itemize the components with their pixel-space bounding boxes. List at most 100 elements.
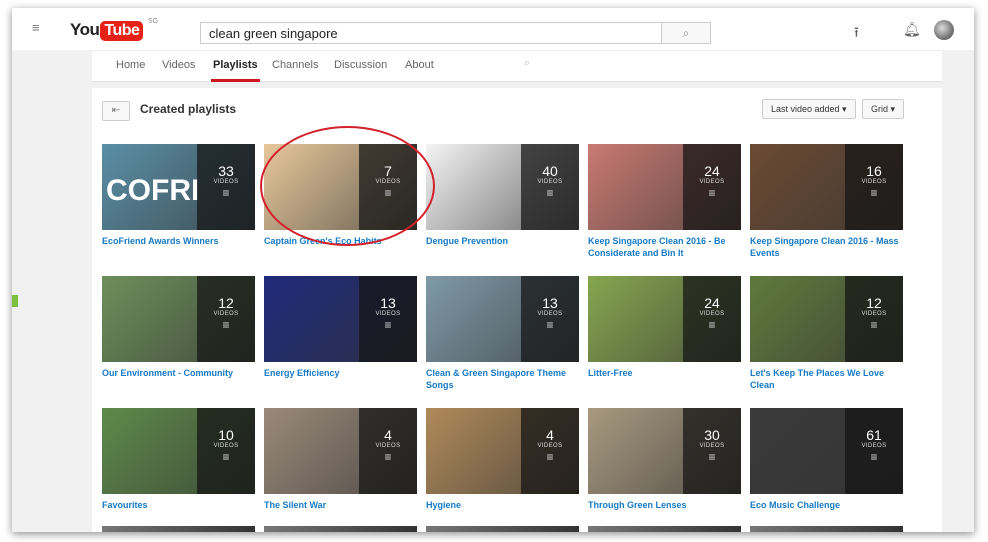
- playlist-tile[interactable]: 13 VIDEOS ≡ Clean & Green Singapore Theme S…: [426, 276, 579, 391]
- search-box: [200, 22, 662, 44]
- logo-tube: Tube: [100, 21, 144, 41]
- video-count-overlay: 13 VIDEOS ≡: [521, 276, 579, 362]
- playlist-icon: ≡: [384, 318, 392, 332]
- upload-icon[interactable]: ⭱: [854, 22, 859, 46]
- search-button[interactable]: ⌕: [661, 22, 711, 44]
- thumbnail-text: COFRI: [106, 174, 200, 207]
- tab-channels[interactable]: Channels: [272, 59, 318, 71]
- playlist-icon: ≡: [546, 318, 554, 332]
- video-count-overlay: 10 VIDEOS ≡: [197, 408, 255, 494]
- back-button[interactable]: ⇤: [102, 101, 130, 121]
- playlist-tile[interactable]: 10 VIDEOS ≡ Favourites: [102, 408, 255, 511]
- playlist-title[interactable]: Favourites: [102, 499, 255, 511]
- view-dropdown[interactable]: Grid ▾: [862, 99, 905, 119]
- video-count: 33: [218, 163, 234, 179]
- tab-videos[interactable]: Videos: [162, 59, 195, 71]
- playlist-thumbnail[interactable]: 24 VIDEOS ≡: [588, 276, 741, 362]
- youtube-logo[interactable]: You Tube SG: [70, 18, 158, 42]
- playlist-tile[interactable]: 16 VIDEOS ≡ Keep Singapore Clean 2016 - Mas…: [750, 144, 903, 259]
- video-count-overlay: 24 VIDEOS ≡: [683, 144, 741, 230]
- video-count-overlay: 24 VIDEOS ≡: [683, 276, 741, 362]
- playlist-title[interactable]: Let's Keep The Places We Love Clean: [750, 367, 903, 391]
- video-count-overlay: 40 VIDEOS ≡: [521, 144, 579, 230]
- playlist-tile[interactable]: 12 VIDEOS ≡ Our Environment - Community: [102, 276, 255, 379]
- playlist-thumbnail[interactable]: 16 VIDEOS ≡: [750, 144, 903, 230]
- playlist-tile[interactable]: 4 VIDEOS ≡ The Silent War: [264, 408, 417, 511]
- playlist-thumbnail[interactable]: 13 VIDEOS ≡: [264, 276, 417, 362]
- videos-label: VIDEOS: [537, 179, 563, 185]
- playlist-thumbnail[interactable]: 13 VIDEOS ≡: [426, 276, 579, 362]
- playlist-title[interactable]: Our Environment - Community: [102, 367, 255, 379]
- playlist-tile[interactable]: 4 VIDEOS ≡ Hygiene: [426, 408, 579, 511]
- playlist-tile[interactable]: 61 VIDEOS ≡ Eco Music Challenge: [750, 408, 903, 511]
- playlist-title[interactable]: Eco Music Challenge: [750, 499, 903, 511]
- playlist-tile[interactable]: 40 VIDEOS ≡ Dengue Prevention: [426, 144, 579, 247]
- playlist-thumbnail[interactable]: 4 VIDEOS ≡: [426, 408, 579, 494]
- video-count: 10: [218, 427, 234, 443]
- videos-label: VIDEOS: [537, 311, 563, 317]
- playlist-tile[interactable]: 24 VIDEOS ≡ Litter-Free: [588, 276, 741, 379]
- playlists-content: ⇤ Created playlists Last video added ▾ G…: [92, 88, 942, 532]
- tab-discussion[interactable]: Discussion: [334, 59, 387, 71]
- tab-home[interactable]: Home: [116, 59, 145, 71]
- playlist-thumbnail[interactable]: 24 VIDEOS ≡: [588, 144, 741, 230]
- playlist-thumbnail[interactable]: 40 VIDEOS ≡: [426, 144, 579, 230]
- playlist-thumbnail[interactable]: 12 VIDEOS ≡: [750, 276, 903, 362]
- playlist-tile[interactable]: 13 VIDEOS ≡ Energy Efficiency: [264, 276, 417, 379]
- playlist-icon: ≡: [222, 186, 230, 200]
- playlist-title[interactable]: Dengue Prevention: [426, 235, 579, 247]
- playlist-icon: ≡: [708, 318, 716, 332]
- playlist-tile[interactable]: 12 VIDEOS ≡ Let's Keep The Places We Love C…: [750, 276, 903, 391]
- search-input[interactable]: [201, 23, 657, 43]
- avatar[interactable]: [934, 20, 954, 40]
- playlist-thumbnail[interactable]: [264, 526, 417, 532]
- channel-search-icon[interactable]: ⌕: [524, 57, 530, 70]
- videos-label: VIDEOS: [213, 311, 239, 317]
- playlist-thumbnail[interactable]: 61 VIDEOS ≡: [750, 408, 903, 494]
- videos-label: VIDEOS: [861, 179, 887, 185]
- playlist-title[interactable]: Clean & Green Singapore Theme Songs: [426, 367, 579, 391]
- playlist-icon: ≡: [222, 450, 230, 464]
- playlist-thumbnail[interactable]: [426, 526, 579, 532]
- video-count: 13: [380, 295, 396, 311]
- playlist-title[interactable]: Through Green Lenses: [588, 499, 741, 511]
- playlist-tile[interactable]: 30 VIDEOS ≡ Through Green Lenses: [588, 408, 741, 511]
- playlist-icon: ≡: [546, 450, 554, 464]
- playlist-thumbnail[interactable]: [588, 526, 741, 532]
- video-count: 4: [384, 427, 392, 443]
- video-count: 12: [866, 295, 882, 311]
- playlist-title[interactable]: Keep Singapore Clean 2016 - Mass Events: [750, 235, 903, 259]
- videos-label: VIDEOS: [213, 443, 239, 449]
- playlist-thumbnail[interactable]: COFRI 33 VIDEOS ≡: [102, 144, 255, 230]
- playlist-title[interactable]: EcoFriend Awards Winners: [102, 235, 255, 247]
- playlist-title[interactable]: Keep Singapore Clean 2016 - Be Considera…: [588, 235, 741, 259]
- video-count: 13: [542, 295, 558, 311]
- playlist-icon: ≡: [708, 186, 716, 200]
- playlist-thumbnail[interactable]: 4 VIDEOS ≡: [264, 408, 417, 494]
- videos-label: VIDEOS: [861, 443, 887, 449]
- sort-dropdown[interactable]: Last video added ▾: [762, 99, 856, 119]
- playlist-title[interactable]: Energy Efficiency: [264, 367, 417, 379]
- back-arrow-icon: ⇤: [111, 105, 121, 116]
- playlist-title[interactable]: Hygiene: [426, 499, 579, 511]
- video-count-overlay: 16 VIDEOS ≡: [845, 144, 903, 230]
- playlist-tile[interactable]: 24 VIDEOS ≡ Keep Singapore Clean 2016 - Be …: [588, 144, 741, 259]
- playlist-thumbnail[interactable]: [750, 526, 903, 532]
- playlist-icon: ≡: [870, 450, 878, 464]
- bell-icon[interactable]: 🔔︎: [903, 21, 921, 38]
- tab-playlists[interactable]: Playlists: [211, 59, 260, 82]
- annotation-circle: [260, 126, 435, 246]
- playlist-title[interactable]: The Silent War: [264, 499, 417, 511]
- playlist-thumbnail[interactable]: 10 VIDEOS ≡: [102, 408, 255, 494]
- logo-you: You: [70, 20, 100, 39]
- tab-about[interactable]: About: [405, 59, 434, 71]
- playlist-thumbnail[interactable]: 30 VIDEOS ≡: [588, 408, 741, 494]
- menu-icon[interactable]: ≡: [32, 21, 45, 34]
- videos-label: VIDEOS: [375, 443, 401, 449]
- playlist-title[interactable]: Litter-Free: [588, 367, 741, 379]
- playlist-tile[interactable]: COFRI 33 VIDEOS ≡ EcoFriend Awards Winners: [102, 144, 255, 247]
- search-icon: ⌕: [682, 26, 690, 40]
- playlist-thumbnail[interactable]: 12 VIDEOS ≡: [102, 276, 255, 362]
- playlist-thumbnail[interactable]: [102, 526, 255, 532]
- screenshot-frame: ≡ YouTube SG ⌕ ⭱ 🔔︎ Home Videos Playlist…: [12, 8, 974, 532]
